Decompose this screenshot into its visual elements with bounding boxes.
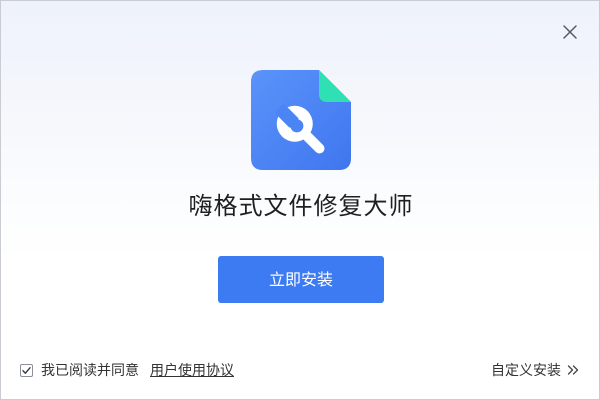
custom-install-label: 自定义安装 (491, 363, 561, 379)
app-title: 嗨格式文件修复大师 (188, 192, 414, 220)
document-wrench-icon (251, 70, 351, 170)
check-icon (22, 366, 31, 374)
installer-window: 嗨格式文件修复大师 立即安装 我已阅读并同意 用户使用协议 自定义安装 (0, 0, 600, 400)
close-button[interactable] (561, 23, 579, 41)
custom-install-button[interactable]: 自定义安装 (491, 360, 579, 380)
user-agreement-link[interactable]: 用户使用协议 (150, 360, 234, 380)
double-chevron-right-icon (567, 364, 579, 376)
install-now-button[interactable]: 立即安装 (218, 256, 384, 303)
agree-label: 我已阅读并同意 (41, 363, 139, 379)
agreement-row: 我已阅读并同意 用户使用协议 (20, 360, 234, 380)
close-icon (563, 25, 577, 39)
agree-checkbox[interactable] (20, 363, 33, 377)
